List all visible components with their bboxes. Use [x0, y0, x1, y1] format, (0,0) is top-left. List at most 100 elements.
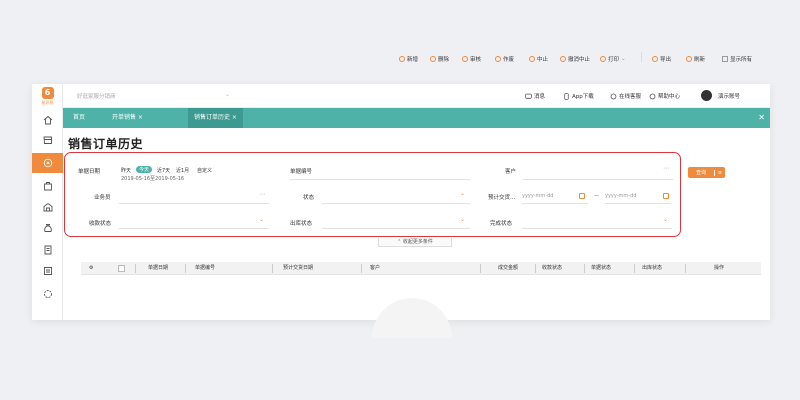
column-divider [634, 264, 635, 273]
status-select[interactable] [322, 203, 470, 204]
print-button[interactable]: 打印 ⌄ [600, 55, 626, 63]
date-range-value[interactable]: 2019-05-16至2019-05-16 [121, 175, 184, 182]
quick-today[interactable]: 今天 [136, 166, 153, 173]
stop-icon [529, 56, 535, 62]
show-hidden-toggle[interactable]: 显示所有 [722, 55, 752, 63]
help-center-link[interactable]: 帮助中心 [649, 92, 680, 100]
column-divider [135, 264, 136, 273]
search-button[interactable]: 查询 ≡ [688, 167, 725, 178]
select-all-checkbox[interactable] [118, 265, 125, 272]
outbound-status-select[interactable] [322, 228, 470, 229]
cancel-stop-button[interactable]: 撤消中止 [560, 55, 590, 63]
chevron-down-icon[interactable]: ⌄ [663, 216, 668, 223]
store-selector[interactable]: 好逛家服分销商 [77, 92, 116, 100]
close-icon[interactable]: ✕ [758, 108, 765, 128]
salesman-more-icon[interactable]: ⋯ [259, 191, 266, 198]
filter-panel [64, 152, 681, 237]
page-title: 销售订单历史 [68, 137, 144, 151]
calendar-icon[interactable] [663, 193, 669, 199]
column-divider [535, 264, 536, 273]
logo-mark: 6 [41, 87, 54, 99]
col-doc-status[interactable]: 单据状态 [591, 262, 611, 275]
col-receipt-status[interactable]: 收款状态 [542, 262, 562, 275]
quick-1month[interactable]: 近1月 [176, 167, 189, 174]
messages-link[interactable]: 消息 [525, 92, 545, 100]
tab-bar: 首页 开单销售 × 销售订单历史 × ✕ [63, 108, 770, 128]
delete-button[interactable]: 删除 [430, 55, 449, 63]
void-button[interactable]: 作废 [495, 55, 514, 63]
quick-yesterday[interactable]: 昨天 [121, 167, 131, 174]
online-support-link[interactable]: 在线客服 [610, 92, 641, 100]
tab-new-sale[interactable]: 开单销售 × [106, 108, 149, 128]
refresh-button[interactable]: 刷新 [686, 55, 705, 63]
audit-label: 审核 [470, 57, 482, 63]
help-center-label: 帮助中心 [658, 94, 681, 100]
username[interactable]: 演示账号 [718, 92, 740, 100]
stop-label: 中止 [537, 57, 549, 63]
col-doc-no[interactable]: 单据编号 [195, 262, 215, 275]
customer-input[interactable] [523, 179, 673, 180]
stop-button[interactable]: 中止 [529, 55, 548, 63]
chevron-down-icon[interactable]: ⌄ [225, 91, 230, 98]
col-customer[interactable]: 客户 [370, 262, 380, 275]
audit-button[interactable]: 审核 [462, 55, 481, 63]
col-expected-date[interactable]: 预计交货日期 [283, 262, 313, 275]
search-options-icon[interactable]: ≡ [714, 169, 725, 176]
warehouse-icon[interactable] [32, 197, 63, 217]
export-button[interactable]: 导出 [652, 55, 671, 63]
refresh-label: 刷新 [694, 57, 706, 63]
report-icon[interactable] [32, 261, 63, 281]
home-icon[interactable] [32, 110, 63, 130]
date-range-dash: — [594, 193, 599, 199]
cancel-stop-label: 撤消中止 [568, 57, 591, 63]
show-hidden-label: 显示所有 [730, 57, 753, 63]
column-divider [185, 264, 186, 273]
col-date[interactable]: 单据日期 [148, 262, 168, 275]
left-rail: 6 秘讯纸 [32, 84, 63, 320]
col-actions: 操作 [714, 265, 725, 271]
chevron-down-icon[interactable]: ⌄ [259, 216, 264, 223]
settings-icon[interactable] [32, 284, 63, 304]
table-header: ⚙ 单据日期 单据编号 预计交货日期 客户 成交金额 收款状态 单据状态 出库状… [81, 262, 761, 275]
logo-text: 秘讯纸 [41, 100, 54, 105]
sales-icon[interactable] [32, 153, 63, 173]
customer-more-icon[interactable]: ⋯ [663, 165, 670, 172]
col-outbound-status[interactable]: 出库状态 [642, 262, 662, 275]
delete-label: 删除 [438, 57, 450, 63]
trash-icon [430, 56, 436, 62]
bag-icon[interactable] [32, 176, 63, 196]
collapse-label: 收起更多条件 [402, 239, 433, 245]
col-amount[interactable]: 成交金额 [498, 262, 518, 275]
document-icon[interactable] [32, 240, 63, 260]
calendar-icon[interactable] [579, 193, 585, 199]
money-bag-icon[interactable] [32, 218, 63, 238]
chevron-down-icon[interactable]: ⌄ [460, 190, 465, 197]
logo: 6 秘讯纸 [32, 84, 63, 108]
salesman-input[interactable] [119, 203, 269, 204]
app-download-link[interactable]: App下载 [563, 92, 594, 100]
collapse-filters-button[interactable]: ⌃ 收起更多条件 [378, 238, 452, 247]
expected-date-from-line [522, 203, 588, 204]
receipt-status-label: 收款状态 [89, 221, 112, 227]
expected-date-from[interactable]: yyyy-mm-dd [522, 193, 553, 199]
tab-sales-order-history[interactable]: 销售订单历史 × [188, 108, 243, 128]
status-label: 状态 [303, 195, 315, 201]
receipt-status-select[interactable] [119, 228, 269, 229]
chevron-down-icon[interactable]: ⌄ [460, 216, 465, 223]
phone-icon [564, 92, 569, 100]
doc-no-input[interactable] [290, 179, 470, 180]
cart-icon[interactable] [32, 130, 63, 150]
tab-home[interactable]: 首页 [67, 108, 91, 128]
quick-custom[interactable]: 自定义 [197, 167, 212, 174]
complete-status-select[interactable] [522, 228, 672, 229]
undo-icon [560, 56, 566, 62]
chevron-down-icon: ⌄ [621, 56, 626, 62]
checkbox[interactable] [722, 56, 728, 62]
quick-7days[interactable]: 近7天 [157, 167, 170, 174]
expected-date-to[interactable]: yyyy-mm-dd [605, 193, 636, 199]
column-divider [480, 264, 481, 273]
new-button[interactable]: 新增 [399, 55, 418, 63]
refresh-icon [686, 56, 692, 62]
avatar[interactable] [701, 90, 712, 101]
column-settings-icon[interactable]: ⚙ [89, 262, 93, 275]
